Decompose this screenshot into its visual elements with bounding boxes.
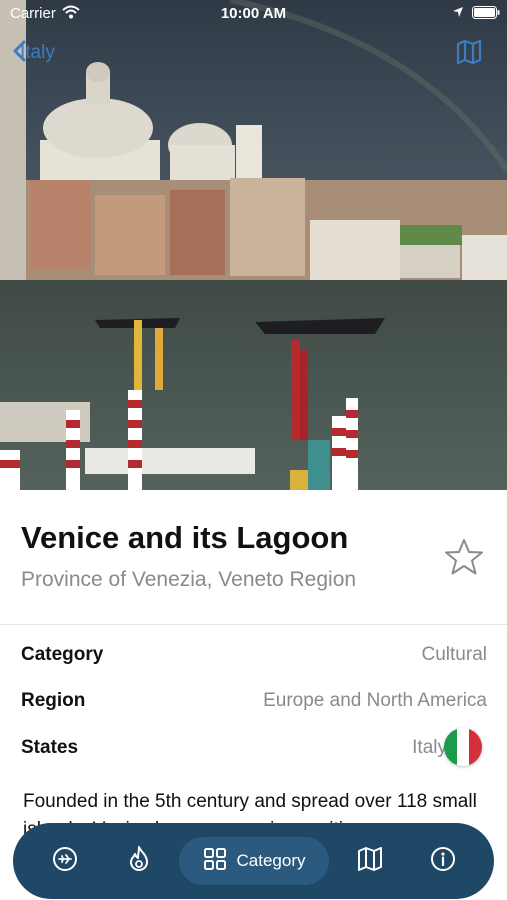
detail-row-category: Category Cultural	[21, 640, 487, 670]
tab-popular[interactable]	[117, 823, 161, 899]
detail-label: Region	[21, 690, 86, 711]
detail-value: Europe and North America	[263, 690, 487, 711]
airplane-icon	[52, 846, 78, 877]
grid-icon	[203, 847, 227, 876]
status-bar: Carrier 10:00 AM	[0, 0, 507, 28]
fire-icon	[126, 845, 152, 878]
site-title: Venice and its Lagoon	[21, 520, 349, 555]
detail-value: Cultural	[421, 644, 487, 665]
clock: 10:00 AM	[220, 5, 287, 22]
tab-map[interactable]	[348, 823, 392, 899]
map-icon	[357, 846, 383, 876]
star-outline-icon	[444, 539, 484, 580]
tab-category[interactable]: Category	[179, 837, 329, 885]
detail-value: Italy	[412, 737, 447, 758]
detail-label: Category	[21, 644, 104, 665]
detail-row-states: States Italy	[21, 733, 487, 763]
section-divider	[0, 624, 507, 625]
detail-row-region: Region Europe and North America	[21, 686, 487, 716]
favorite-button[interactable]	[444, 538, 484, 581]
venice-canal-photo	[0, 0, 507, 490]
tab-category-label: Category	[236, 851, 306, 870]
tab-info[interactable]	[421, 823, 465, 899]
tab-flights[interactable]	[43, 823, 87, 899]
detail-label: States	[21, 737, 79, 758]
tab-bar: Category	[13, 823, 494, 899]
italy-flag-icon[interactable]	[444, 728, 482, 766]
back-button[interactable]: Italy	[12, 40, 55, 66]
site-subtitle: Province of Venezia, Veneto Region	[21, 568, 357, 591]
hero-photo: Carrier 10:00 AM Italy	[0, 0, 507, 490]
info-icon	[430, 846, 456, 877]
